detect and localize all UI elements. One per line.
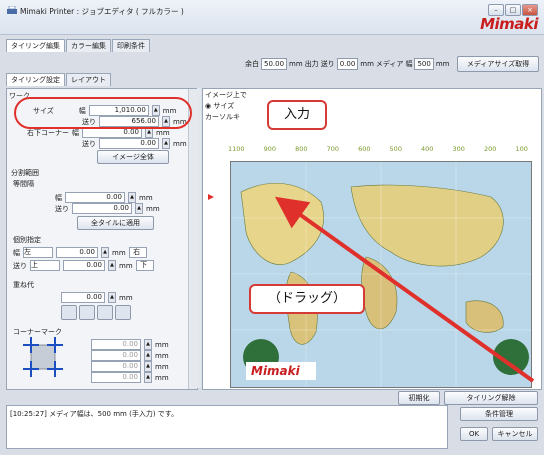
overlap-right-button[interactable] [97,305,113,320]
media-width-unit: mm [435,60,450,68]
log-message: [10:25:27] メディア幅は、500 mm (手入力) です。 [10,410,179,418]
individual-width-field[interactable]: 0.00 [56,247,98,258]
split-width-field[interactable]: 0.00 [65,192,125,203]
tab-tiling-settings[interactable]: タイリング設定 [6,73,65,86]
feed-field[interactable]: 0.00 [336,58,359,70]
tiling-settings-panel: ワーク サイズ 幅 1,010.00 ▲ mm 送り 656.00 ▲ mm 右… [6,88,198,390]
panel-splitter[interactable] [197,88,201,388]
tab-print-conditions[interactable]: 印刷条件 [112,39,150,52]
corner-mark-field-3[interactable]: 0.00 [91,361,141,372]
tab-layout[interactable]: レイアウト [66,73,111,86]
corner-feed-field[interactable]: 0.00 [99,138,159,149]
right-corner-label: 右下コーナー [27,128,69,137]
overlap-row: 0.00 ▲ mm [61,292,133,303]
split-feed-field[interactable]: 0.00 [72,203,132,214]
overlap-bottom-button[interactable] [115,305,131,320]
media-width-field[interactable]: 500 [414,58,434,70]
overlap-left-button[interactable] [79,305,95,320]
title-bar: Mimaki Printer : ジョブエディタ ( フルカラー ) – □ ×… [0,0,544,35]
condition-manage-button[interactable]: 条件管理 [460,407,538,421]
corner-mark-field-1[interactable]: 0.00 [91,339,141,350]
individual-width-row: 幅 左 0.00 ▲ mm 右 [13,247,147,258]
individual-feed-row: 送り 上 0.00 ▲ mm 下 [13,260,154,271]
size-input-highlight [14,97,192,129]
corner-mark-preview-icon [23,337,63,377]
margin-field[interactable]: 50.00 [261,58,288,70]
cancel-button[interactable]: キャンセル [492,427,538,441]
media-label: メディア [375,60,404,68]
window-title: Mimaki Printer : ジョブエディタ ( フルカラー ) [20,7,184,16]
feed-unit: mm [360,60,374,68]
image-all-button[interactable]: イメージ全体 [97,150,169,164]
left-tile-button[interactable]: 左 [23,247,53,258]
apply-all-tiles-button[interactable]: 全タイルに適用 [77,216,154,230]
input-callout: 入力 [267,100,327,130]
tab-tiling-edit[interactable]: タイリング編集 [6,39,65,52]
individual-width-stepper[interactable]: ▲ [101,247,109,258]
split-width-stepper[interactable]: ▲ [128,192,136,203]
main-tabs: タイリング編集 カラー編集 印刷条件 [6,39,151,52]
corner-mark-section-title: コーナーマーク [13,328,62,336]
split-section-title: 分割範囲 [11,169,39,177]
corner-mark-field-2[interactable]: 0.00 [91,350,141,361]
get-media-size-button[interactable]: メディアサイズ取得 [457,56,539,72]
split-feed-row: 送り 0.00 ▲ mm [55,203,160,214]
drag-arrow-icon [208,194,535,383]
mimaki-logo: Mimaki [480,15,538,33]
ok-button[interactable]: OK [460,427,488,441]
corner-mark-row-1: 0.00 ▲ mm [91,339,169,350]
split-feed-stepper[interactable]: ▲ [135,203,143,214]
sub-tabs: タイリング設定 レイアウト [6,73,112,86]
margin-unit: mm [289,60,303,68]
overlap-section-title: 重ね代 [13,281,34,289]
equal-split-label: 等間隔 [13,180,34,188]
individual-section-title: 個別指定 [13,236,41,244]
output-label: 出力 [304,60,319,68]
printer-app-icon [7,6,17,14]
reset-button[interactable]: 初期化 [398,391,440,405]
up-tile-button[interactable]: 上 [30,260,60,271]
job-editor-window: Mimaki Printer : ジョブエディタ ( フルカラー ) – □ ×… [0,0,544,455]
down-tile-button[interactable]: 下 [135,260,154,271]
tab-color-edit[interactable]: カラー編集 [66,39,111,52]
drag-callout: （ドラッグ） [249,284,365,314]
corner-mark-row-4: 0.00 ▲ mm [91,372,169,383]
overlap-stepper[interactable]: ▲ [108,292,116,303]
feed-label: 送り [320,60,335,68]
corner-mark-field-4[interactable]: 0.00 [91,372,141,383]
tile-preview-area[interactable]: イメージ上で ◉ サイズ カーソルキ 1100 900 800 700 600 … [202,88,542,390]
corner-mark-row-2: 0.00 ▲ mm [91,350,169,361]
message-log: [10:25:27] メディア幅は、500 mm (手入力) です。 [6,405,448,449]
corner-mark-row-3: 0.00 ▲ mm [91,361,169,372]
left-panel-scrollbar[interactable] [188,89,197,389]
right-tile-button[interactable]: 右 [128,247,147,258]
margin-label: 余白 [245,60,259,68]
media-width-label: 幅 [405,60,413,68]
individual-feed-field[interactable]: 0.00 [63,260,105,271]
corner-feed-row: 送り 0.00 ▲ mm [82,138,187,149]
tiling-release-button[interactable]: タイリング解除 [444,391,538,405]
split-width-row: 幅 0.00 ▲ mm [55,192,153,203]
media-settings-row: 余白 50.00 mm 出力 送り 0.00 mm メディア 幅 500 mm [245,58,449,70]
overlap-top-button[interactable] [61,305,77,320]
overlap-field[interactable]: 0.00 [61,292,105,303]
individual-feed-stepper[interactable]: ▲ [108,260,116,271]
corner-feed-stepper[interactable]: ▲ [162,138,170,149]
